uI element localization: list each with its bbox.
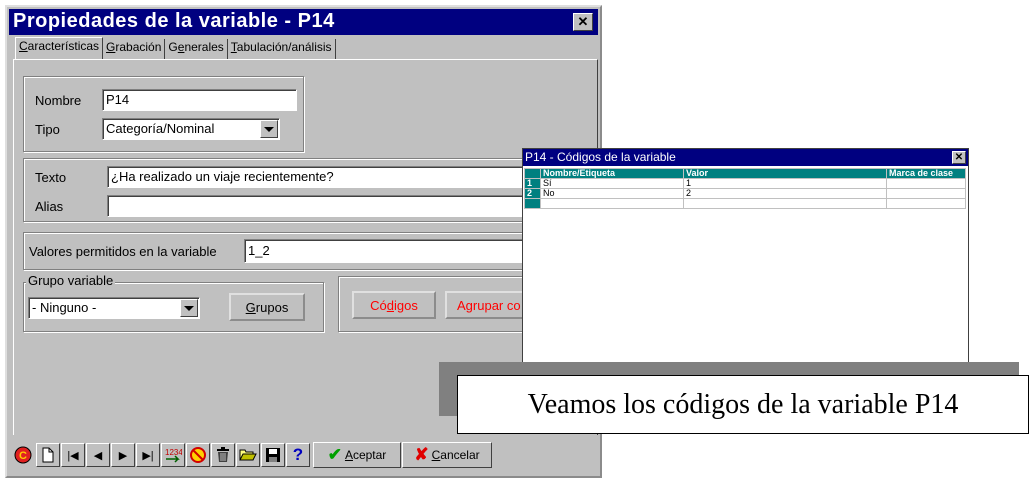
chevron-down-icon bbox=[184, 305, 194, 311]
checkmark-icon: ✔ bbox=[327, 445, 342, 464]
help-icon: ? bbox=[292, 445, 304, 464]
valores-group: Valores permitidos en la variable 1_2 bbox=[23, 232, 600, 270]
row-number: 2 bbox=[524, 188, 541, 199]
caption-box: Veamos los códigos de la variable P14 bbox=[457, 375, 1029, 434]
first-record-button[interactable]: |◀ bbox=[61, 443, 85, 467]
prev-record-button[interactable]: ◀ bbox=[86, 443, 110, 467]
no-data-button[interactable] bbox=[186, 443, 210, 467]
valor-cell[interactable] bbox=[683, 198, 887, 209]
grupo-variable-label: Grupo variable bbox=[26, 273, 116, 288]
next-record-button[interactable]: ▶ bbox=[111, 443, 135, 467]
window-title: Propiedades de la variable - P14 bbox=[13, 10, 335, 32]
window-title-bar[interactable]: Propiedades de la variable - P14 ✕ bbox=[9, 9, 598, 35]
row-number: 1 bbox=[524, 178, 541, 189]
svg-text:C: C bbox=[19, 450, 27, 462]
codes-close-button[interactable]: ✕ bbox=[952, 151, 966, 164]
save-button[interactable] bbox=[261, 443, 285, 467]
help-button[interactable]: ? bbox=[286, 443, 310, 467]
codes-grid-header: Nombre/Etiqueta Valor Marca de clase bbox=[524, 168, 966, 179]
codes-title-bar[interactable]: P14 - Códigos de la variable ✕ bbox=[523, 149, 968, 166]
grupo-variable-group: Grupo variable - Ninguno - Grupos bbox=[23, 273, 324, 332]
cross-icon: ✘ bbox=[414, 445, 429, 464]
codes-window-title: P14 - Códigos de la variable bbox=[525, 150, 676, 164]
table-row[interactable]: 1 Sí 1 bbox=[524, 178, 966, 189]
name-type-group: Nombre P14 Tipo Categoría/Nominal bbox=[23, 76, 304, 152]
close-icon: ✕ bbox=[954, 152, 964, 163]
marca-cell[interactable] bbox=[886, 198, 966, 209]
close-button[interactable]: ✕ bbox=[573, 13, 593, 31]
valor-cell[interactable]: 2 bbox=[683, 188, 887, 199]
next-icon: ▶ bbox=[118, 449, 128, 462]
new-button[interactable] bbox=[36, 443, 60, 467]
floppy-disk-icon bbox=[266, 448, 280, 462]
open-button[interactable] bbox=[236, 443, 260, 467]
first-icon: |◀ bbox=[67, 449, 79, 462]
text-alias-group: Texto ¿Ha realizado un viaje recientemen… bbox=[23, 158, 600, 222]
nombre-cell[interactable]: No bbox=[540, 188, 684, 199]
table-row[interactable]: 2 No 2 bbox=[524, 188, 966, 199]
renumber-icon: 1234 bbox=[165, 448, 182, 463]
tab-grabacion[interactable]: Grabación bbox=[103, 39, 166, 59]
grupos-button[interactable]: Grupos bbox=[229, 293, 305, 321]
prohibited-icon bbox=[190, 447, 206, 463]
marca-cell[interactable] bbox=[886, 188, 966, 199]
prev-icon: ◀ bbox=[93, 449, 103, 462]
codes-grid: Nombre/Etiqueta Valor Marca de clase 1 S… bbox=[524, 168, 966, 209]
renumber-button[interactable]: 1234 bbox=[161, 443, 185, 467]
marca-clase-header: Marca de clase bbox=[886, 168, 966, 179]
valor-header: Valor bbox=[683, 168, 887, 179]
last-icon: ▶| bbox=[142, 449, 154, 462]
grupo-dropdown-button[interactable] bbox=[180, 299, 198, 317]
nombre-cell[interactable]: Sí bbox=[540, 178, 684, 189]
cancelar-button[interactable]: ✘ Cancelar bbox=[402, 442, 492, 468]
codigos-button[interactable]: Có d igos bbox=[352, 291, 436, 319]
new-document-icon bbox=[42, 447, 54, 463]
table-row[interactable] bbox=[524, 198, 966, 209]
chevron-down-icon bbox=[264, 126, 274, 132]
row-number-header bbox=[524, 168, 541, 179]
texto-label: Texto bbox=[35, 170, 67, 185]
nombre-label: Nombre bbox=[35, 93, 82, 108]
nombre-etiqueta-header: Nombre/Etiqueta bbox=[540, 168, 684, 179]
codes-window: P14 - Códigos de la variable ✕ Nombre/Et… bbox=[522, 148, 969, 363]
tipo-label: Tipo bbox=[35, 122, 60, 137]
tab-generales[interactable]: Generales bbox=[165, 39, 228, 59]
tipo-select[interactable]: Categoría/Nominal bbox=[102, 118, 280, 140]
nombre-input[interactable]: P14 bbox=[102, 89, 297, 111]
row-number bbox=[524, 198, 541, 209]
alias-label: Alias bbox=[35, 199, 64, 214]
tab-strip: Características Grabación Generales Tabu… bbox=[15, 37, 336, 59]
app-logo-icon[interactable]: C bbox=[11, 443, 35, 467]
valor-cell[interactable]: 1 bbox=[683, 178, 887, 189]
marca-cell[interactable] bbox=[886, 178, 966, 189]
delete-button[interactable] bbox=[211, 443, 235, 467]
grupo-select[interactable]: - Ninguno - bbox=[28, 297, 200, 319]
nombre-cell[interactable] bbox=[540, 198, 684, 209]
caption-text: Veamos los códigos de la variable P14 bbox=[527, 388, 959, 420]
tab-tabulacion[interactable]: Tabulación/análisis bbox=[228, 39, 336, 59]
aceptar-button[interactable]: ✔ Aceptar bbox=[313, 442, 401, 468]
tipo-dropdown-button[interactable] bbox=[260, 120, 278, 138]
valores-label: Valores permitidos en la variable bbox=[29, 244, 217, 259]
tab-caracteristicas[interactable]: Características bbox=[15, 37, 104, 59]
folder-open-icon bbox=[239, 449, 257, 461]
svg-text:1234: 1234 bbox=[165, 448, 182, 457]
trash-icon bbox=[217, 447, 229, 462]
last-record-button[interactable]: ▶| bbox=[136, 443, 160, 467]
close-icon: ✕ bbox=[577, 14, 589, 29]
bottom-toolbar: C |◀ ◀ ▶ ▶| 1234 ? ✔ Aceptar ✘ C ancelar bbox=[11, 439, 492, 471]
